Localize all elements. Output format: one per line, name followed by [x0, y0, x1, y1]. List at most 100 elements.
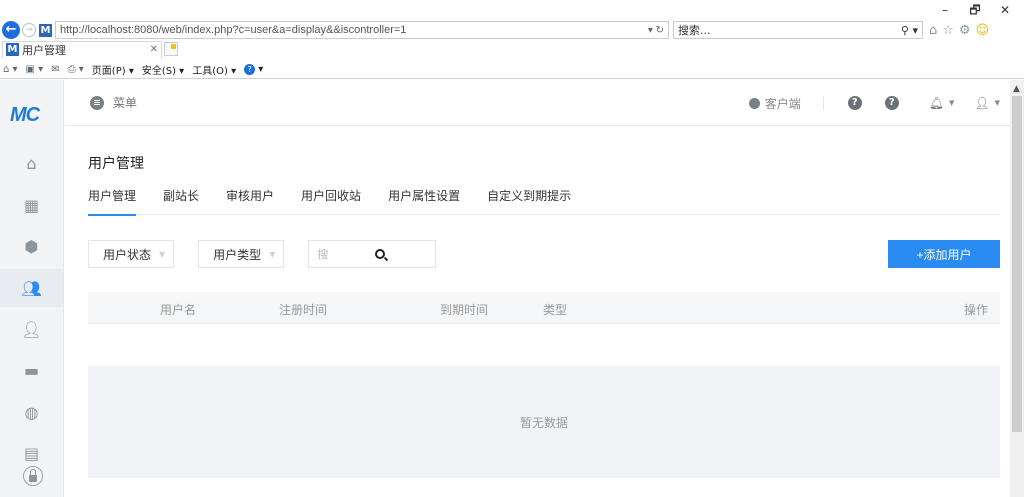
restore-button[interactable]: 🗗 [960, 2, 990, 18]
notifications-button[interactable]: 🔔︎ ▼ [929, 96, 955, 110]
add-user-button[interactable]: +添加用户 [888, 240, 1000, 268]
menu-list-icon [90, 95, 104, 110]
chevron-down-icon: ▼ [948, 99, 955, 107]
tab-user-attributes[interactable]: 用户属性设置 [388, 187, 460, 215]
tab-custom-expiry-notice[interactable]: 自定义到期提示 [487, 187, 571, 215]
users-icon: 👥︎ [21, 278, 42, 298]
url-text: http://localhost:8080/web/index.php?c=us… [60, 24, 407, 36]
scrollbar-thumb[interactable] [1012, 96, 1022, 432]
user-icon: 👤︎ [974, 96, 990, 110]
back-button[interactable]: ← [2, 21, 20, 39]
tab-user-management[interactable]: 用户管理 [88, 187, 137, 216]
sidebar-item-users[interactable]: 👥︎ [0, 269, 63, 307]
help-menu[interactable]: ? ▾ [244, 63, 263, 75]
search-placeholder: 搜 [317, 248, 329, 261]
user-tabs: 用户管理 副站长 审核用户 用户回收站 用户属性设置 自定义到期提示 [88, 187, 1000, 216]
site-favicon-icon: M [39, 23, 52, 37]
house-icon: ⌂ [26, 153, 37, 173]
browser-tab-row: M 用户管理 ✕ [2, 40, 178, 58]
user-menu-button[interactable]: 👤︎ ▼ [974, 96, 1000, 110]
browser-tab[interactable]: M 用户管理 ✕ [2, 40, 162, 58]
page-menu[interactable]: 页面(P) ▾ [92, 62, 134, 77]
user-status-label: 用户状态 [103, 247, 152, 262]
bell-icon: 🔔︎ [928, 96, 944, 110]
print-icon[interactable]: ⎙ ▾ [68, 64, 84, 75]
column-actions: 操作 [963, 303, 988, 317]
search-icon[interactable] [375, 249, 386, 259]
refresh-icon[interactable]: ▾ ↻ [648, 25, 664, 36]
app-sidebar: MC ⌂ ▦ ⬢ 👥︎ 👤︎ ▬ ◍ ▤ [0, 80, 64, 497]
store-icon: ▤ [23, 443, 40, 463]
tab-deputy-admin[interactable]: 副站长 [163, 187, 199, 215]
scroll-up-icon[interactable]: ▲ [1013, 84, 1020, 94]
user-search-input[interactable]: 搜 [308, 240, 437, 268]
page-scrollbar[interactable]: ▲ [1010, 80, 1024, 497]
client-icon [748, 97, 760, 109]
chevron-down-icon: ▼ [159, 249, 166, 259]
browser-search-text: 搜索... [678, 24, 711, 37]
search-icon[interactable]: ⚲ ▾ [901, 24, 918, 37]
box-gear-icon: ⬢ [24, 236, 39, 256]
chevron-down-icon: ▼ [994, 99, 1000, 107]
tab-title: 用户管理 [22, 43, 66, 57]
settings-gear-icon[interactable]: ⚙ [959, 23, 971, 38]
user-status-select[interactable]: 用户状态 ▼ [88, 240, 175, 268]
feeds-icon[interactable]: ▣ ▾ [26, 64, 44, 75]
sidebar-item-modules[interactable]: ⬢ [0, 227, 63, 265]
tab-favicon-icon: M [6, 43, 19, 56]
sidebar-item-home[interactable]: ⌂ [0, 144, 63, 182]
monitor-icon: ▬ [23, 360, 40, 380]
favorites-star-icon[interactable]: ☆ [942, 23, 954, 38]
mail-icon[interactable]: ✉ [51, 64, 59, 75]
home-icon[interactable]: ⌂ [929, 23, 937, 38]
sidebar-item-sites[interactable]: ◍ [0, 393, 63, 431]
tab-user-recycle-bin[interactable]: 用户回收站 [301, 187, 361, 215]
browser-search-box[interactable]: 搜索... ⚲ ▾ [673, 21, 923, 39]
globe-icon: ◍ [24, 402, 39, 422]
client-label: 客户端 [764, 96, 801, 111]
home-menu-icon[interactable]: ⌂ ▾ [3, 64, 18, 75]
user-type-select[interactable]: 用户类型 ▼ [198, 240, 285, 268]
address-row: ← → M http://localhost:8080/web/index.ph… [2, 20, 1022, 40]
topbar-right: 客户端 ? ? 🔔︎ ▼ 👤︎ ▼ [748, 80, 1010, 126]
forward-button[interactable]: → [22, 23, 36, 37]
new-tab-button[interactable] [164, 42, 178, 56]
tab-close-icon[interactable]: ✕ [150, 44, 158, 55]
question-icon[interactable]: ? [884, 96, 899, 110]
empty-text: 暂无数据 [519, 415, 568, 430]
menu-label: 菜单 [113, 96, 138, 110]
safety-menu[interactable]: 安全(S) ▾ [142, 62, 184, 77]
address-bar[interactable]: http://localhost:8080/web/index.php?c=us… [55, 21, 669, 39]
close-button[interactable]: ✕ [990, 2, 1020, 18]
main-content: 菜单 客户端 ? ? 🔔︎ ▼ 👤︎ ▼ 用户管理 用户管理 副站长 审核用户 用户… [65, 80, 1010, 497]
user-type-label: 用户类型 [213, 247, 262, 262]
sidebar-item-apps[interactable]: ▦ [0, 186, 63, 224]
column-type: 类型 [543, 303, 568, 317]
browser-chrome: – 🗗 ✕ ← → M http://localhost:8080/web/in… [0, 0, 1024, 79]
app-topbar: 菜单 客户端 ? ? 🔔︎ ▼ 👤︎ ▼ [65, 80, 1010, 126]
user-lock-icon: 👤︎ [21, 319, 42, 339]
column-expiry-time: 到期时间 [440, 303, 489, 317]
tools-menu[interactable]: 工具(O) ▾ [192, 62, 236, 77]
tab-review-users[interactable]: 审核用户 [226, 187, 274, 215]
column-register-time: 注册时间 [279, 303, 328, 317]
help-icon[interactable]: ? [847, 96, 862, 110]
filter-bar: 用户状态 ▼ 用户类型 ▼ 搜 [88, 240, 437, 268]
window-controls: – 🗗 ✕ [930, 2, 1020, 18]
sidebar-item-display[interactable]: ▬ [0, 351, 63, 389]
menu-toggle-button[interactable]: 菜单 [90, 94, 137, 111]
lock-icon [29, 468, 37, 482]
browser-toolbar-icons: ⌂ ☆ ⚙ ☺ [929, 23, 989, 38]
app-logo[interactable]: MC [10, 104, 40, 127]
command-bar: ⌂ ▾ ▣ ▾ ✉ ⎙ ▾ 页面(P) ▾ 安全(S) ▾ 工具(O) ▾ ? … [3, 60, 263, 78]
column-username: 用户名 [160, 303, 197, 317]
table-header: 用户名 注册时间 到期时间 类型 操作 [88, 292, 1000, 324]
sidebar-item-permissions[interactable]: 👤︎ [0, 310, 63, 348]
feedback-smiley-icon[interactable]: ☺ [976, 23, 990, 38]
help-icon: ? [244, 63, 256, 75]
minimize-button[interactable]: – [930, 2, 960, 18]
client-link[interactable]: 客户端 [748, 96, 824, 111]
lock-screen-button[interactable] [23, 466, 43, 486]
empty-state: 暂无数据 [88, 366, 1000, 478]
grid-icon: ▦ [23, 195, 40, 215]
